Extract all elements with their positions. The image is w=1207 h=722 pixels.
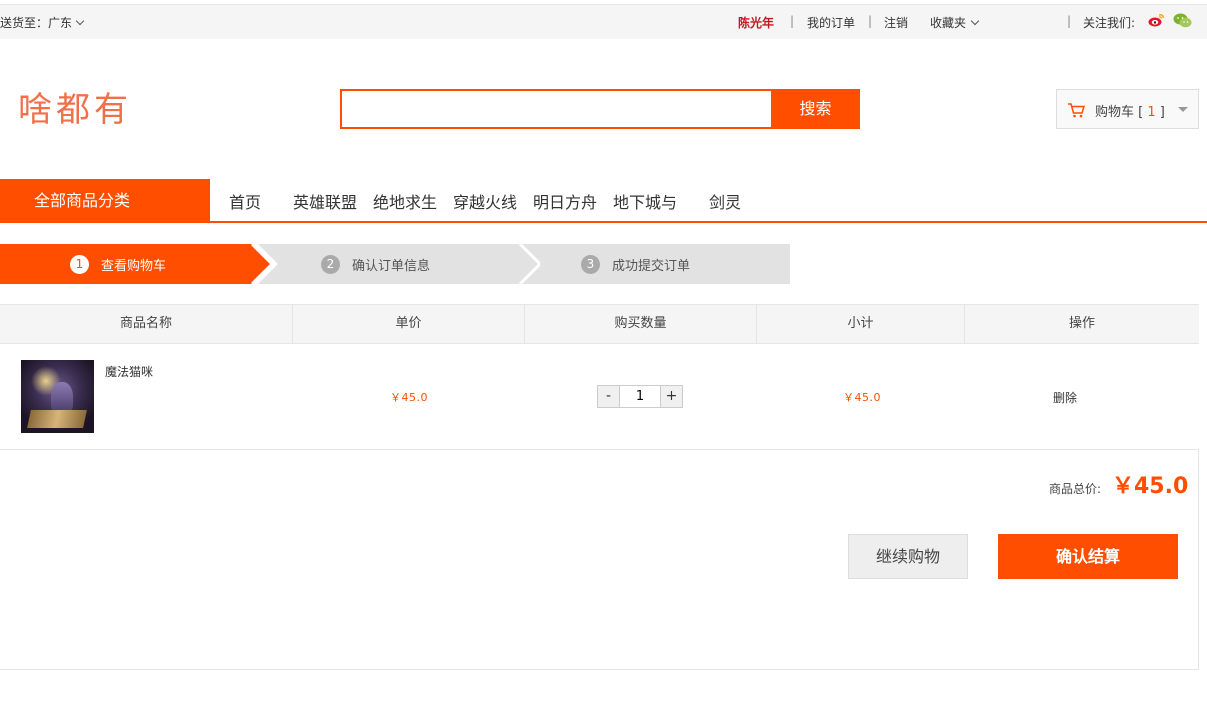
- divider: |: [868, 14, 873, 28]
- step-submit-order: 3 成功提交订单: [520, 244, 790, 284]
- follow-us-label: 关注我们:: [1083, 16, 1136, 30]
- cart-table-header: 商品名称 单价 购买数量 小计 操作: [0, 304, 1199, 344]
- step-number: 2: [321, 254, 340, 274]
- step-label: 查看购物车: [101, 258, 167, 274]
- divider: |: [790, 14, 795, 28]
- cart-dropdown[interactable]: 购物车 [ 1 ]: [1056, 89, 1199, 129]
- cart-count: 1: [1147, 105, 1156, 120]
- column-header-subtotal: 小计: [757, 305, 965, 343]
- cart-bracket-open: [: [1138, 105, 1144, 120]
- quantity-stepper: - +: [597, 385, 683, 408]
- column-header-price: 单价: [293, 305, 525, 343]
- table-row: 魔法猫咪 ￥45.0 - + ￥45.0 删除: [0, 344, 1199, 450]
- top-bar: 送货至：广东 陈光年 | 我的订单 | 注销 收藏夹 | 关注我们:: [0, 4, 1207, 39]
- step-label: 成功提交订单: [612, 258, 691, 274]
- nav-item-arknights[interactable]: 明日方舟: [533, 189, 597, 213]
- wechat-icon[interactable]: [1173, 13, 1192, 28]
- chevron-down-icon: [75, 16, 85, 26]
- my-orders-link[interactable]: 我的订单: [807, 14, 855, 31]
- column-header-action: 操作: [1068, 316, 1095, 331]
- nav-item-lol[interactable]: 英雄联盟: [293, 189, 357, 213]
- search-input[interactable]: [342, 91, 772, 127]
- column-header-product: 商品名称: [0, 305, 293, 343]
- product-image[interactable]: [21, 360, 94, 433]
- search-box: [340, 89, 772, 129]
- nav-item-dnf[interactable]: 地下城与: [613, 189, 677, 213]
- subtotal: ￥45.0: [843, 391, 881, 404]
- search-button[interactable]: 搜索: [771, 89, 860, 129]
- logout-link[interactable]: 注销: [884, 14, 908, 31]
- increase-button[interactable]: +: [661, 386, 682, 407]
- cart-text: 购物车: [1095, 105, 1135, 120]
- column-header-quantity: 购买数量: [525, 305, 757, 343]
- site-logo[interactable]: 啥都有: [18, 82, 132, 131]
- step-view-cart: 1 查看购物车: [0, 244, 272, 284]
- continue-shopping-button[interactable]: 继续购物: [848, 534, 968, 579]
- step-number: 1: [70, 254, 89, 274]
- unit-price: ￥45.0: [390, 391, 428, 404]
- delete-link[interactable]: 删除: [1053, 389, 1077, 406]
- step-label: 确认订单信息: [352, 258, 431, 274]
- delivery-location-label: 送货至：广东: [0, 16, 73, 30]
- cart-label: 购物车 [ 1 ]: [1095, 101, 1165, 120]
- total-label: 商品总价:: [1049, 482, 1102, 496]
- total-value: ￥45.0: [1112, 474, 1189, 499]
- nav-item-crossfire[interactable]: 穿越火线: [453, 189, 517, 213]
- product-name[interactable]: 魔法猫咪: [105, 363, 153, 380]
- step-number: 3: [581, 254, 600, 274]
- all-categories-button[interactable]: 全部商品分类: [0, 179, 210, 222]
- quantity-input[interactable]: [619, 386, 661, 407]
- step-confirm-order: 2 确认订单信息: [258, 244, 540, 284]
- decrease-button[interactable]: -: [598, 386, 619, 407]
- nav-item-blade-soul[interactable]: 剑灵: [709, 189, 741, 213]
- chevron-down-icon: [970, 16, 980, 26]
- username-link[interactable]: 陈光年: [738, 14, 774, 31]
- nav-item-pubg[interactable]: 绝地求生: [373, 189, 437, 213]
- confirm-checkout-button[interactable]: 确认结算: [998, 534, 1178, 579]
- nav-item-home[interactable]: 首页: [229, 189, 261, 213]
- delivery-location[interactable]: 送货至：广东: [0, 14, 85, 31]
- nav-divider: [0, 221, 1207, 223]
- favorites-label: 收藏夹: [930, 16, 967, 30]
- checkout-steps: 3 成功提交订单 2 确认订单信息 1 查看购物车: [0, 244, 790, 284]
- cart-bracket-close: ]: [1159, 105, 1165, 120]
- caret-down-icon: [1178, 107, 1188, 112]
- divider: |: [1067, 14, 1072, 28]
- favorites-menu[interactable]: 收藏夹: [930, 14, 980, 31]
- cart-summary: 商品总价: ￥45.0 继续购物 确认结算: [0, 450, 1199, 670]
- shopping-cart-icon: [1068, 103, 1085, 118]
- weibo-icon[interactable]: [1148, 13, 1165, 27]
